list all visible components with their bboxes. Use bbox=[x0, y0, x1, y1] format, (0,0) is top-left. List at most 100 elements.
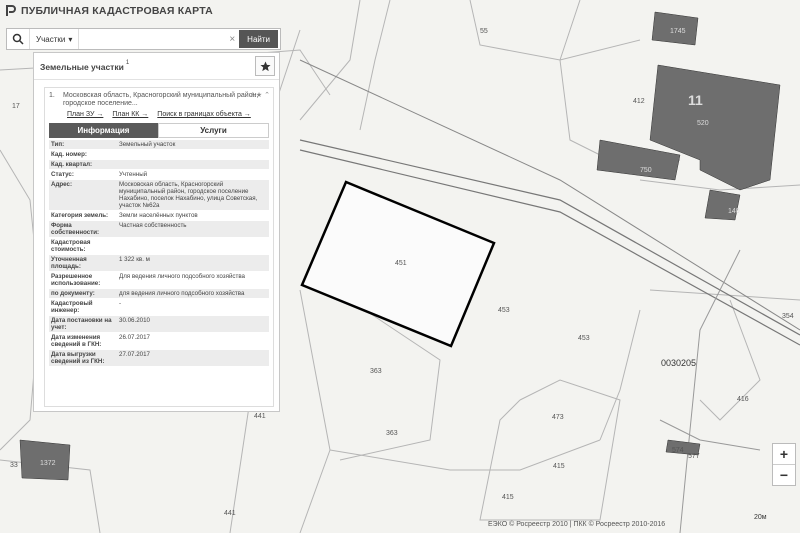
zoom-in-button[interactable]: + bbox=[773, 444, 795, 465]
info-key: Адрес: bbox=[51, 181, 73, 188]
info-row: по документу: для ведения личного подсобн… bbox=[49, 289, 269, 299]
map-label: 1372 bbox=[40, 460, 56, 467]
info-key: Тип: bbox=[51, 141, 65, 148]
map-label: 11 bbox=[688, 92, 703, 108]
info-value: Для ведения личного подсобного хозяйства bbox=[119, 273, 245, 280]
result-actions-icon[interactable]: ⚠★ ⌃ bbox=[250, 91, 270, 99]
info-key: Статус: bbox=[51, 171, 74, 178]
result-address: Московская область, Красногорский муници… bbox=[63, 92, 259, 107]
info-value bbox=[117, 160, 269, 169]
info-value: 27.07.2017 bbox=[119, 351, 150, 358]
map-label: 33 bbox=[10, 462, 18, 469]
info-row: Уточненная площадь: 1 322 кв. м bbox=[49, 255, 269, 272]
search-button[interactable]: Найти bbox=[239, 30, 278, 48]
favorite-button[interactable] bbox=[255, 56, 275, 76]
search-in-bounds-link[interactable]: Поиск в границах объекта → bbox=[157, 111, 251, 118]
info-value: Земельный участок bbox=[119, 141, 176, 148]
map-label: 453 bbox=[578, 335, 590, 342]
chevron-down-icon: ▾ bbox=[68, 34, 73, 44]
search-type-select[interactable]: Участки ▾ bbox=[30, 29, 80, 49]
map-label: 451 bbox=[395, 260, 407, 267]
info-row: Кадастровый инженер: - bbox=[49, 299, 269, 316]
info-row: Кад. квартал: bbox=[49, 160, 269, 170]
info-value: 26.07.2017 bbox=[119, 334, 150, 341]
map-label: 415 bbox=[553, 463, 565, 470]
info-key: Уточненная площадь: bbox=[51, 256, 87, 270]
map-label: 441 bbox=[224, 510, 236, 517]
info-value: 1 322 кв. м bbox=[119, 256, 150, 263]
result-card[interactable]: 1. Московская область, Красногорский мун… bbox=[44, 87, 274, 407]
zoom-control: + − bbox=[772, 443, 796, 486]
info-key: Кадастровый инженер: bbox=[51, 300, 93, 314]
info-row: Кадастровая стоимость: bbox=[49, 238, 269, 255]
info-row: Кад. номер: bbox=[49, 150, 269, 160]
map-label: 55 bbox=[480, 28, 488, 35]
info-key: по документу: bbox=[51, 290, 95, 297]
map-label: 473 bbox=[552, 414, 564, 421]
info-key: Дата выгрузки сведений из ГКН: bbox=[51, 351, 105, 365]
zoom-out-button[interactable]: − bbox=[773, 465, 795, 485]
info-value: Земли населённых пунктов bbox=[119, 212, 198, 219]
info-key: Дата изменения сведений в ГКН: bbox=[51, 334, 102, 348]
map-label: 577 bbox=[688, 453, 700, 460]
map-label: 0030205 bbox=[661, 358, 697, 368]
logo-icon bbox=[6, 5, 16, 16]
scale-bar: 20м bbox=[754, 514, 767, 521]
map-label: 412 bbox=[633, 98, 645, 105]
info-row: Дата изменения сведений в ГКН: 26.07.2017 bbox=[49, 333, 269, 350]
info-value: Частная собственность bbox=[119, 222, 187, 229]
info-key: Дата постановки на учет: bbox=[51, 317, 112, 331]
map-label: 416 bbox=[737, 396, 749, 403]
tab-services[interactable]: Услуги bbox=[158, 123, 269, 138]
tab-information[interactable]: Информация bbox=[49, 123, 158, 138]
info-value: Московская область, Красногорский муници… bbox=[119, 181, 258, 209]
map-label: 363 bbox=[386, 430, 398, 437]
map-label: 140 bbox=[728, 208, 740, 215]
panel-header: Земельные участки 1 bbox=[34, 53, 279, 80]
map-label: 354 bbox=[782, 313, 794, 320]
info-row: Категория земель: Земли населённых пункто… bbox=[49, 211, 269, 221]
app-title: ПУБЛИЧНАЯ КАДАСТРОВАЯ КАРТА bbox=[21, 5, 213, 17]
attribution: ЕЭКО © Росреестр 2010 | ПКК © Росреестр … bbox=[488, 521, 666, 528]
info-key: Кадастровая стоимость: bbox=[51, 239, 91, 253]
map-label: 1745 bbox=[670, 28, 686, 35]
panel-title: Земельные участки bbox=[40, 62, 124, 72]
info-row: Форма собственности: Частная собственност… bbox=[49, 221, 269, 238]
info-value: Учтенный bbox=[119, 171, 148, 178]
info-row: Разрешенное использование: Для ведения ли… bbox=[49, 272, 269, 289]
info-row: Статус: Учтенный bbox=[49, 170, 269, 180]
result-number: 1. bbox=[49, 92, 55, 99]
info-row: Дата постановки на учет: 30.06.2010 bbox=[49, 316, 269, 333]
info-value bbox=[117, 238, 269, 254]
info-key: Форма собственности: bbox=[51, 222, 100, 236]
search-input[interactable] bbox=[79, 29, 226, 49]
map-label: 17 bbox=[12, 103, 20, 110]
search-bar: Участки ▾ × Найти bbox=[6, 28, 281, 50]
map-label: 441 bbox=[254, 413, 266, 420]
map-label: 453 bbox=[498, 307, 510, 314]
map-label: 520 bbox=[697, 120, 709, 127]
info-key: Разрешенное использование: bbox=[51, 273, 101, 287]
info-key: Кад. квартал: bbox=[51, 161, 93, 168]
map-label: 415 bbox=[502, 494, 514, 501]
info-value: - bbox=[119, 300, 122, 307]
app-header: ПУБЛИЧНАЯ КАДАСТРОВАЯ КАРТА bbox=[0, 0, 300, 22]
search-type-label: Участки bbox=[36, 34, 66, 44]
star-icon bbox=[259, 60, 271, 71]
clear-icon[interactable]: × bbox=[225, 34, 239, 45]
info-row: Адрес: Московская область, Красногорский … bbox=[49, 180, 269, 211]
info-table: Тип: Земельный участок Кад. номер: Кад. к… bbox=[49, 140, 269, 367]
info-value: для ведения личного подсобного хозяйства bbox=[119, 290, 245, 297]
info-key: Категория земель: bbox=[51, 212, 109, 219]
results-count: 1 bbox=[125, 59, 130, 66]
info-row: Дата выгрузки сведений из ГКН: 27.07.2017 bbox=[49, 350, 269, 367]
plan-kk-link[interactable]: План КК → bbox=[112, 111, 148, 118]
map-label: 574 bbox=[672, 447, 684, 454]
info-row: Тип: Земельный участок bbox=[49, 140, 269, 150]
results-panel: Земельные участки 1 1. Московская область… bbox=[33, 52, 280, 412]
search-icon[interactable] bbox=[7, 29, 30, 49]
info-key: Кад. номер: bbox=[51, 151, 87, 158]
map-label: 750 bbox=[640, 167, 652, 174]
info-value bbox=[117, 150, 269, 159]
plan-zu-link[interactable]: План ЗУ → bbox=[67, 111, 103, 118]
